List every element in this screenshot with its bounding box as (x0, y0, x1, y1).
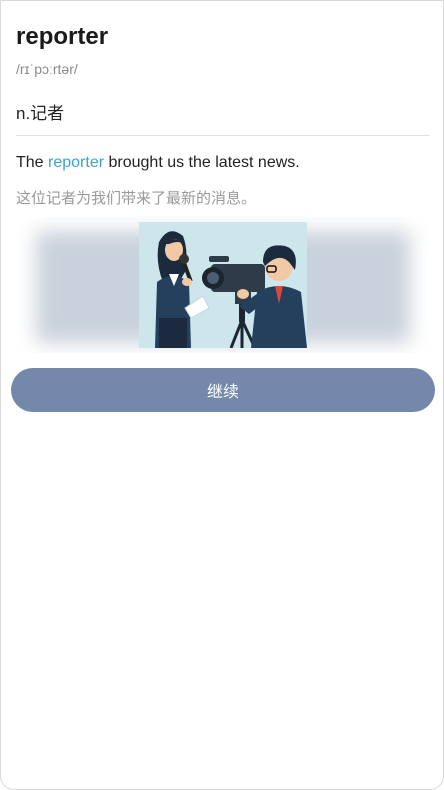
example-highlight-word: reporter (48, 154, 105, 171)
continue-button[interactable]: 继续 (11, 368, 435, 412)
example-translation: 这位记者为我们带来了最新的消息。 (16, 190, 257, 207)
example-before: The (16, 154, 49, 171)
word-definition: n.记者 (16, 104, 65, 123)
phonetic-transcription: /rɪˈpɔːrtər/ (16, 61, 78, 77)
illustration-area (16, 217, 430, 353)
word-title: reporter (16, 23, 109, 50)
divider (16, 135, 430, 136)
reporter-camera-illustration (139, 222, 307, 348)
example-sentence: The reporter brought us the latest news. (16, 154, 300, 172)
example-after: brought us the latest news. (104, 154, 300, 171)
word-card: reporter /rɪˈpɔːrtər/ n.记者 The reporter … (0, 0, 444, 790)
